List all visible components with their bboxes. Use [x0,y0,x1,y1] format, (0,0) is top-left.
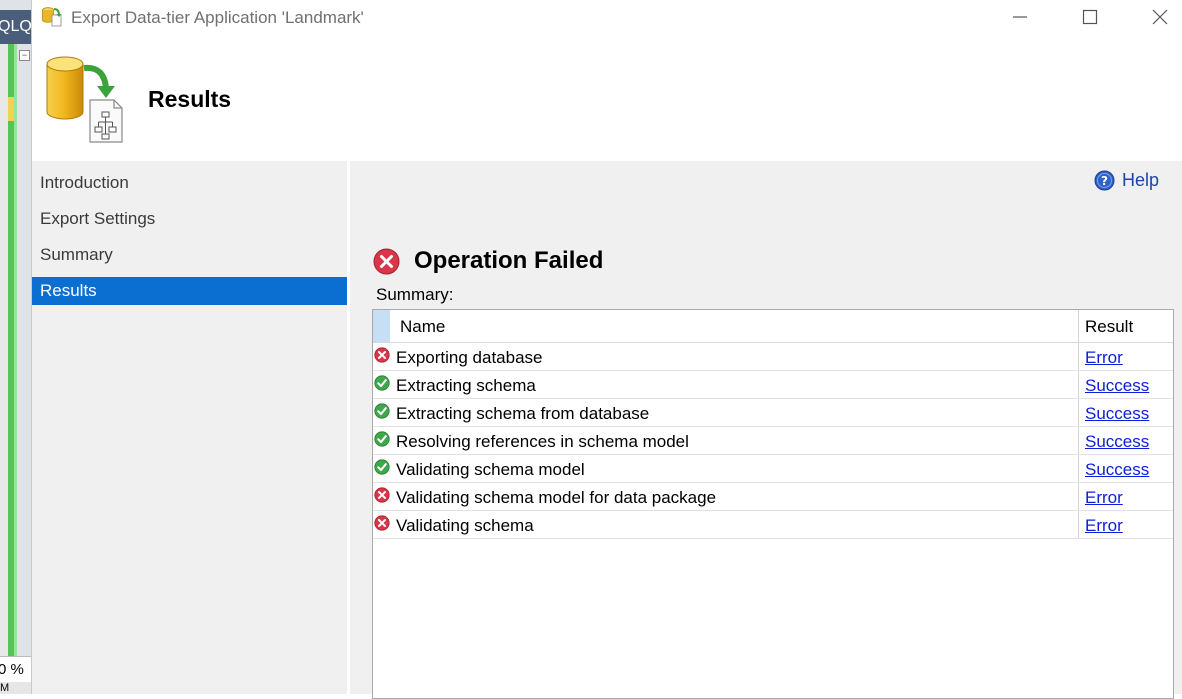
grid-header: Name Result [373,310,1173,343]
page-header: Results [32,36,1182,160]
title-bar[interactable]: Export Data-tier Application 'Landmark' [32,0,1182,36]
svg-text:?: ? [1101,174,1108,188]
table-row[interactable]: Validating schema model for data package… [373,483,1173,511]
row-result-link[interactable]: Error [1085,483,1123,512]
row-result-link[interactable]: Success [1085,455,1149,484]
background-app-tab[interactable]: QLQ [0,10,31,44]
table-row[interactable]: Extracting schema from database Success [373,399,1173,427]
row-result-link[interactable]: Error [1085,511,1123,540]
close-button[interactable] [1137,0,1182,34]
row-name: Validating schema [396,516,534,535]
database-export-icon [42,7,62,27]
column-header-result[interactable]: Result [1085,310,1133,342]
close-icon [1152,9,1168,25]
help-question-icon: ? [1094,170,1115,191]
background-editor-gutter [0,44,8,664]
column-header-name[interactable]: Name [400,310,445,342]
row-name: Validating schema model [396,460,585,479]
table-row[interactable]: Validating schema model Success [373,455,1173,483]
error-circle-icon [374,347,390,363]
maximize-icon [1082,9,1098,25]
check-circle-icon [374,403,390,419]
window-title: Export Data-tier Application 'Landmark' [71,8,364,27]
minimize-button[interactable] [997,0,1043,34]
help-link[interactable]: ? Help [1094,170,1159,191]
nav-item-summary[interactable]: Summary [32,241,347,269]
error-circle-icon [374,515,390,531]
results-pane: ? Help Operation Failed Summary: Name Re… [350,161,1182,699]
error-circle-icon [374,487,390,503]
help-label: Help [1122,170,1160,190]
nav-item-results[interactable]: Results [32,277,347,305]
check-circle-icon [374,459,390,475]
row-result-link[interactable]: Error [1085,343,1123,372]
minimize-icon [1013,16,1027,18]
table-row[interactable]: Resolving references in schema model Succ… [373,427,1173,455]
maximize-button[interactable] [1067,0,1113,34]
background-zoom-level[interactable]: 0 % [0,656,31,683]
nav-item-introduction[interactable]: Introduction [32,169,347,197]
background-app-strip: QLQ − 0 % M [0,0,31,694]
table-row[interactable]: Exporting database Error [373,343,1173,371]
operation-status: Operation Failed [373,247,603,275]
database-to-package-icon [46,56,123,143]
page-title: Results [148,86,232,112]
status-text: Operation Failed [414,247,604,274]
check-circle-icon [374,375,390,391]
row-result-link[interactable]: Success [1085,371,1149,400]
summary-label: Summary: [376,285,454,304]
export-dialog: Export Data-tier Application 'Landmark' [31,0,1182,699]
background-status-text: M [0,682,31,694]
row-result-link[interactable]: Success [1085,427,1149,456]
table-row[interactable]: Extracting schema Success [373,371,1173,399]
row-name: Extracting schema [396,376,536,395]
row-name: Exporting database [396,348,543,367]
error-circle-icon [373,248,400,274]
check-circle-icon [374,431,390,447]
results-grid: Name Result Exporting database Error Extra… [372,309,1174,699]
row-header-selector[interactable] [373,310,390,342]
collapse-icon[interactable]: − [19,50,30,61]
row-name: Extracting schema from database [396,404,650,423]
row-name: Resolving references in schema model [396,432,689,451]
wizard-nav: Introduction Export Settings Summary Res… [32,161,347,694]
background-change-marker-light [14,44,17,664]
table-row[interactable]: Validating schema Error [373,511,1173,539]
nav-item-export-settings[interactable]: Export Settings [32,205,347,233]
row-name: Validating schema model for data package [396,488,717,507]
row-result-link[interactable]: Success [1085,399,1149,428]
